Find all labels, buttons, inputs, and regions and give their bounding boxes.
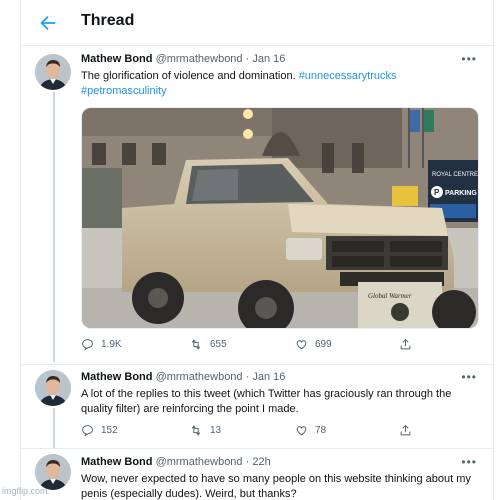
svg-text:P: P [434, 188, 440, 197]
retweet-icon [191, 425, 201, 436]
plate-text: Global Warmer [368, 292, 412, 300]
tweet-image[interactable]: ROYAL CENTRE P PARKING Global Warmer [81, 107, 479, 329]
thread-connector [53, 408, 55, 448]
avatar-photo [35, 370, 71, 406]
tweet-text: The glorification of violence and domina… [81, 69, 481, 99]
like-count: 78 [315, 425, 327, 436]
watermark: imgflip.com [2, 486, 48, 496]
tweet-actions: 152 13 78 [81, 424, 441, 440]
author-handle[interactable]: @mrmathewbond [156, 371, 243, 383]
reply-icon [82, 425, 93, 437]
sign-parking: PARKING [445, 190, 477, 197]
like-button[interactable]: 699 [295, 338, 332, 351]
share-icon [400, 338, 411, 350]
share-icon [400, 424, 411, 436]
like-button[interactable]: 78 [295, 424, 326, 437]
author-name[interactable]: Mathew Bond [81, 53, 153, 65]
sign-royal-centre: ROYAL CENTRE [432, 172, 478, 178]
reply-count: 152 [101, 425, 118, 436]
author-name[interactable]: Mathew Bond [81, 371, 153, 383]
hashtag-link[interactable]: #petromasculinity [81, 85, 167, 97]
separator: · [242, 53, 253, 65]
author-name[interactable]: Mathew Bond [81, 456, 153, 468]
avatar[interactable] [35, 54, 71, 90]
tweet-text: Wow, never expected to have so many peop… [81, 473, 471, 500]
author-handle[interactable]: @mrmathewbond [156, 53, 243, 65]
retweet-icon [191, 339, 201, 350]
tweet-2[interactable]: Mathew Bond @mrmathewbond · Jan 16 ••• A… [21, 364, 495, 450]
heart-icon [296, 340, 307, 350]
avatar[interactable] [35, 370, 71, 406]
tweet-text-body: The glorification of violence and domina… [81, 70, 299, 82]
separator: · [242, 371, 253, 383]
separator: · [242, 456, 253, 468]
retweet-button[interactable]: 655 [189, 338, 227, 351]
like-count: 699 [315, 339, 332, 350]
hashtag-link[interactable]: #unnecessarytrucks [299, 70, 397, 82]
reply-icon [82, 339, 93, 351]
arrow-left-icon[interactable] [37, 12, 59, 34]
more-options-icon[interactable]: ••• [461, 455, 477, 469]
thread-connector [53, 92, 55, 362]
retweet-count: 655 [210, 339, 227, 350]
timestamp[interactable]: 22h [252, 456, 270, 468]
avatar-photo [35, 454, 71, 490]
reply-button[interactable]: 1.9K [81, 338, 122, 351]
page-title: Thread [81, 12, 135, 29]
avatar[interactable] [35, 454, 71, 490]
share-button[interactable] [399, 338, 419, 351]
timestamp[interactable]: Jan 16 [252, 53, 285, 65]
share-button[interactable] [399, 424, 419, 437]
author-handle[interactable]: @mrmathewbond [156, 456, 243, 468]
more-options-icon[interactable]: ••• [461, 52, 477, 66]
tweet-3[interactable]: Mathew Bond @mrmathewbond · 22h ••• Wow,… [21, 448, 495, 500]
retweet-count: 13 [210, 425, 222, 436]
tweet-1[interactable]: Mathew Bond @mrmathewbond · Jan 16 ••• T… [21, 46, 495, 364]
thread-panel: Thread Mathew Bond @mrmathewbond · Jan 1… [20, 0, 495, 500]
reply-button[interactable]: 152 [81, 424, 118, 437]
more-options-icon[interactable]: ••• [461, 370, 477, 384]
avatar-photo [35, 54, 71, 90]
tweet-actions: 1.9K 655 699 [81, 338, 441, 354]
heart-icon [296, 426, 307, 436]
tweet-text: A lot of the replies to this tweet (whic… [81, 388, 452, 415]
timestamp[interactable]: Jan 16 [252, 371, 285, 383]
retweet-button[interactable]: 13 [189, 424, 221, 437]
reply-count: 1.9K [101, 339, 122, 350]
thread-header: Thread [21, 0, 495, 46]
truck-photo: ROYAL CENTRE P PARKING Global Warmer [82, 108, 478, 328]
